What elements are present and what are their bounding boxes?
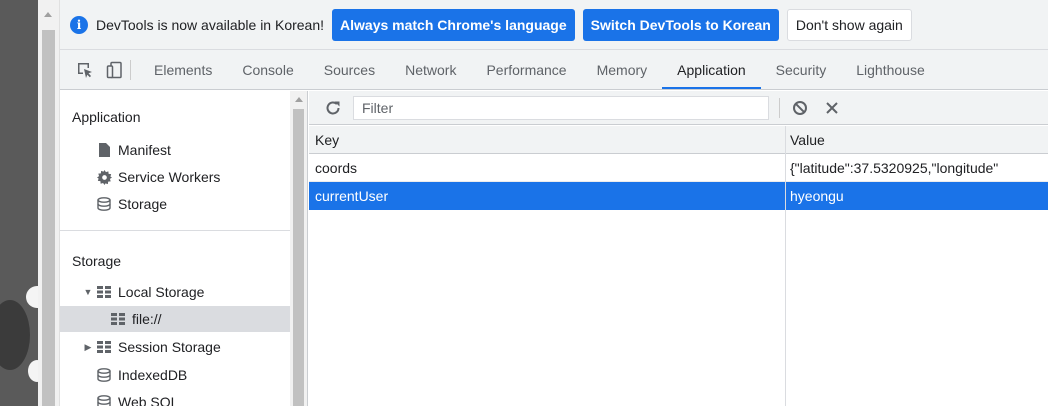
page-shape [26,286,38,308]
sidebar-item-session-storage[interactable]: ▶ Session Storage [60,334,290,360]
grid-header-row: Key Value [309,126,1048,154]
sidebar-item-indexeddb[interactable]: IndexedDB [60,362,290,388]
dont-show-again-button[interactable]: Don't show again [786,8,912,41]
tab-performance[interactable]: Performance [471,50,581,89]
clear-all-icon[interactable] [790,98,810,118]
local-storage-view: Key Value coords {"latitude":37.5320925,… [309,91,1048,406]
scrollbar-thumb[interactable] [42,30,55,406]
scroll-up-arrow-icon[interactable] [295,97,303,102]
page-background [0,0,38,406]
sidebar-item-label: Manifest [118,142,171,158]
switch-to-korean-button[interactable]: Switch DevTools to Korean [582,8,779,41]
column-header-key[interactable]: Key [309,132,785,148]
collapsed-triangle-icon[interactable]: ▶ [82,342,94,353]
infobar-message: DevTools is now available in Korean! [96,16,325,33]
page-shape [0,300,30,370]
device-toolbar-icon[interactable] [106,61,124,79]
sidebar-item-label: Service Workers [118,169,221,185]
scrollbar-thumb[interactable] [293,109,304,406]
tab-sources[interactable]: Sources [309,50,390,89]
tab-elements[interactable]: Elements [139,50,227,89]
database-icon [96,395,112,406]
delete-selected-icon[interactable] [822,98,842,118]
devtools-panel: i DevTools is now available in Korean! A… [60,0,1048,406]
column-divider[interactable] [785,126,786,406]
sidebar-scrollbar[interactable] [290,91,307,406]
table-grid-icon [96,341,112,353]
sidebar-item-label: IndexedDB [118,367,188,383]
devtools-tabbar: Elements Console Sources Network Perform… [60,50,1048,90]
page-scrollbar[interactable] [38,0,60,406]
scroll-up-arrow-icon[interactable] [44,12,52,17]
page-shape [28,360,38,382]
sidebar-item-label: Local Storage [118,284,205,300]
always-match-language-button[interactable]: Always match Chrome's language [332,8,575,41]
tab-lighthouse[interactable]: Lighthouse [841,50,940,89]
sidebar-item-websql[interactable]: Web SQL [60,389,290,406]
sidebar-item-label: Web SQL [118,394,179,406]
sidebar-item-service-workers[interactable]: Service Workers [60,164,290,190]
sidebar-item-label: file:// [132,311,162,327]
database-icon [96,368,112,382]
sidebar-item-local-storage[interactable]: ▼ Local Storage [60,279,290,305]
application-sidebar: Application Manifest Service Workers Sto… [60,91,308,406]
row-key-cell[interactable]: currentUser [309,188,785,204]
row-value-cell[interactable]: {"latitude":37.5320925,"longitude" [785,160,1048,176]
table-row[interactable]: coords {"latitude":37.5320925,"longitude… [309,154,1048,182]
tab-network[interactable]: Network [390,50,471,89]
expanded-triangle-icon[interactable]: ▼ [82,287,94,297]
sidebar-item-manifest[interactable]: Manifest [60,137,290,163]
tab-memory[interactable]: Memory [582,50,663,89]
row-value-cell[interactable]: hyeongu [785,188,1048,204]
toolbar-divider [779,97,780,118]
tab-security[interactable]: Security [761,50,842,89]
document-icon [96,143,112,157]
tab-application[interactable]: Application [662,50,761,89]
database-icon [96,197,112,211]
tab-console[interactable]: Console [227,50,308,89]
storage-data-grid: Key Value coords {"latitude":37.5320925,… [309,126,1048,406]
sidebar-item-label: Session Storage [118,339,221,355]
row-key-cell[interactable]: coords [309,160,785,176]
info-icon: i [70,15,88,34]
sidebar-section-application: Application [72,109,141,125]
filter-input[interactable] [353,95,769,120]
sidebar-divider [60,230,290,231]
table-grid-icon [96,286,112,298]
sidebar-item-storage[interactable]: Storage [60,191,290,217]
refresh-icon[interactable] [323,98,343,118]
sidebar-item-local-origin[interactable]: file:// [60,306,290,332]
table-row-selected[interactable]: currentUser hyeongu [309,182,1048,210]
sidebar-item-label: Storage [118,196,168,212]
inspect-element-icon[interactable] [76,61,94,79]
storage-toolbar [309,91,1048,125]
table-grid-icon [110,313,126,325]
sidebar-section-storage: Storage [72,253,122,269]
language-infobar: i DevTools is now available in Korean! A… [60,0,1048,50]
column-header-value[interactable]: Value [785,132,1048,148]
toolbar-divider [130,59,131,80]
gear-icon [96,169,112,185]
